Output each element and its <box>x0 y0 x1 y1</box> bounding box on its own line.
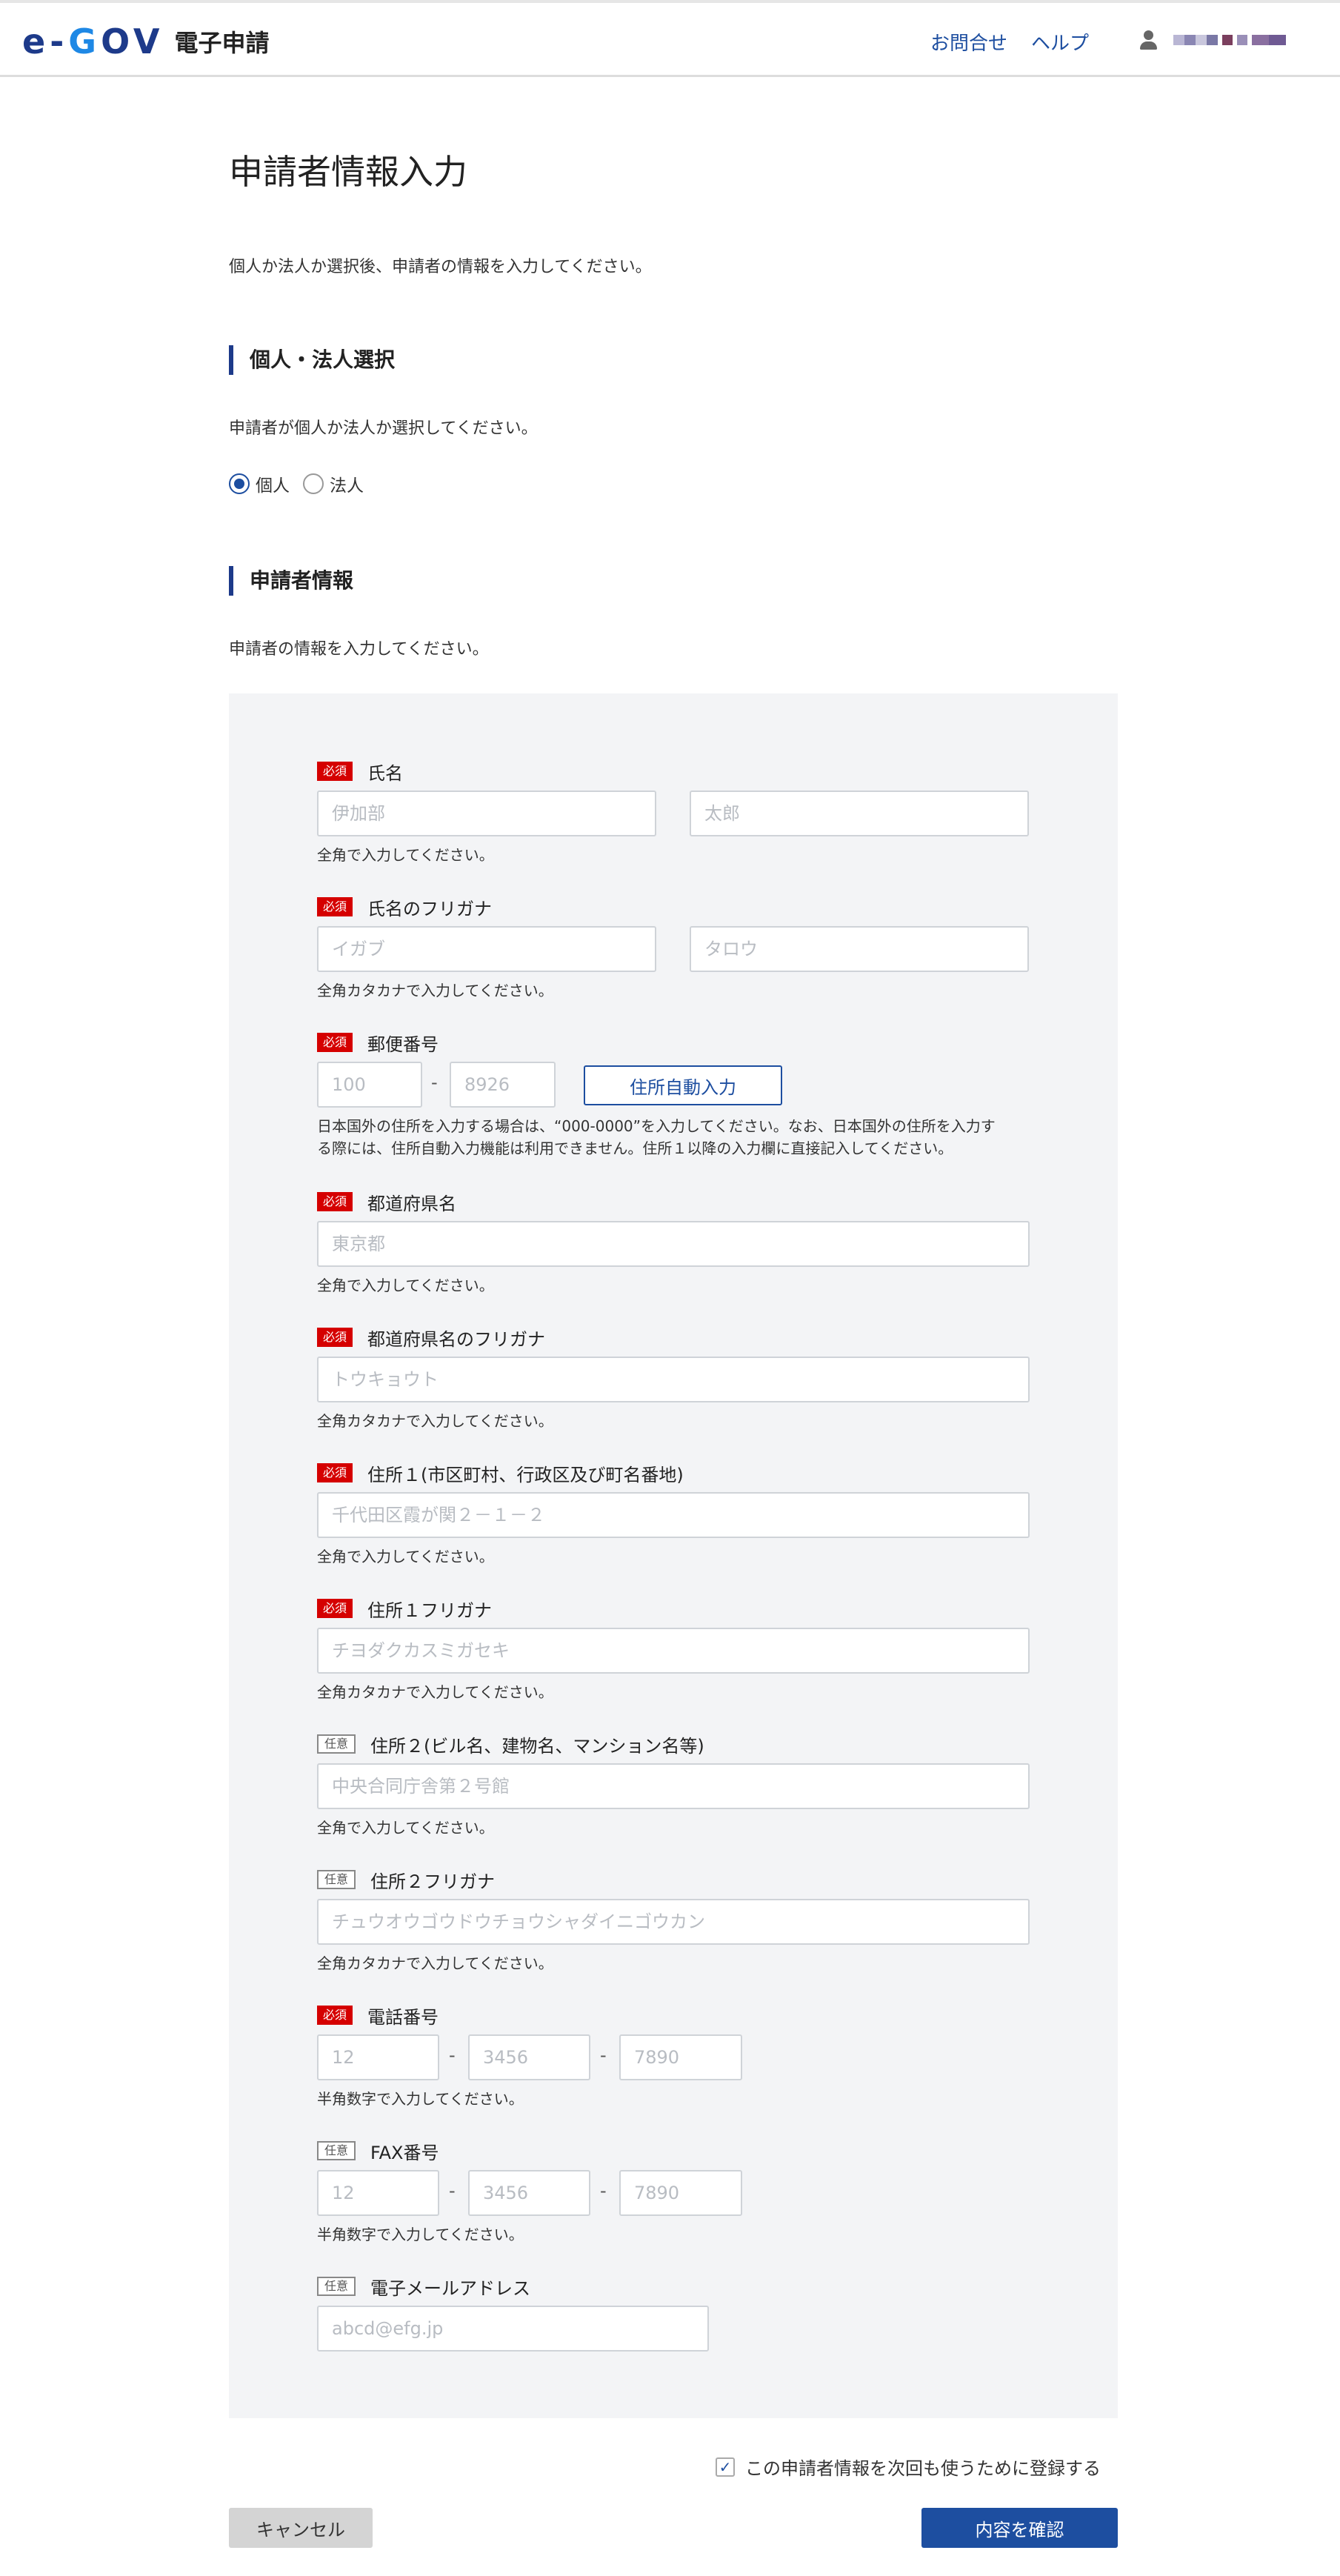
fax-help: 半角数字で入力してください。 <box>317 2226 524 2243</box>
required-badge: 必須 <box>317 2006 353 2025</box>
field-label-address1: 必須 住所１(市区町村、行政区及び町名番地) <box>317 1462 684 1485</box>
cancel-button[interactable]: キャンセル <box>229 2508 373 2548</box>
field-label-prefecture: 必須 都道府県名 <box>317 1191 456 1214</box>
address2-kana-help: 全角カタカナで入力してください。 <box>317 1954 553 1972</box>
required-badge: 必須 <box>317 897 353 916</box>
first-name-kana-input[interactable] <box>690 926 1029 972</box>
address-autofill-button[interactable]: 住所自動入力 <box>584 1065 782 1105</box>
page-lead: 個人か法人か選択後、申請者の情報を入力してください。 <box>229 258 652 276</box>
tel-number-input[interactable] <box>619 2034 742 2080</box>
field-label-address1-kana: 必須 住所１フリガナ <box>317 1597 492 1621</box>
section-heading-type: 個人・法人選択 <box>229 345 395 375</box>
save-applicant-checkbox-row[interactable]: ✓ この申請者情報を次回も使うために登録する <box>716 2454 1101 2480</box>
optional-badge: 任意 <box>317 2277 356 2296</box>
fax-number-input[interactable] <box>619 2170 742 2216</box>
help-link[interactable]: ヘルプ <box>1031 28 1089 56</box>
required-badge: 必須 <box>317 1599 353 1618</box>
prefecture-help: 全角で入力してください。 <box>317 1277 494 1294</box>
logo-mark: e-GOV <box>22 21 164 61</box>
contact-link[interactable]: お問合せ <box>930 28 1007 56</box>
field-label-kana: 必須 氏名のフリガナ <box>317 896 492 919</box>
field-label-postal: 必須 郵便番号 <box>317 1031 439 1055</box>
fax-exchange-input[interactable] <box>468 2170 590 2216</box>
field-label-address2: 任意 住所２(ビル名、建物名、マンション名等) <box>317 1733 704 1757</box>
field-label-fax: 任意 FAX番号 <box>317 2140 439 2163</box>
field-label-email: 任意 電子メールアドレス <box>317 2275 530 2299</box>
email-input[interactable] <box>317 2306 709 2352</box>
required-badge: 必須 <box>317 1328 353 1347</box>
page-title: 申請者情報入力 <box>229 152 467 192</box>
address1-kana-input[interactable] <box>317 1628 1030 1674</box>
section-desc-type: 申請者が個人か法人か選択してください。 <box>229 419 538 438</box>
postal-code-second-input[interactable] <box>450 1062 556 1108</box>
user-name-redacted-3 <box>1237 35 1247 45</box>
required-badge: 必須 <box>317 762 353 781</box>
save-applicant-checkbox[interactable]: ✓ <box>716 2457 735 2477</box>
radio-corporation-label[interactable]: 法人 <box>330 471 364 496</box>
postal-separator: - <box>431 1072 438 1093</box>
user-name-redacted-2 <box>1222 35 1233 45</box>
fax-area-input[interactable] <box>317 2170 439 2216</box>
required-badge: 必須 <box>317 1463 353 1482</box>
field-label-name: 必須 氏名 <box>317 760 403 784</box>
address1-input[interactable] <box>317 1492 1030 1538</box>
tel-help: 半角数字で入力してください。 <box>317 2090 524 2108</box>
field-label-prefecture-kana: 必須 都道府県名のフリガナ <box>317 1326 545 1350</box>
confirm-button[interactable]: 内容を確認 <box>921 2508 1118 2548</box>
prefecture-kana-help: 全角カタカナで入力してください。 <box>317 1412 553 1430</box>
address2-input[interactable] <box>317 1763 1030 1809</box>
required-badge: 必須 <box>317 1192 353 1211</box>
optional-badge: 任意 <box>317 1870 356 1889</box>
fax-separator-1: - <box>449 2180 456 2201</box>
save-applicant-label[interactable]: この申請者情報を次回も使うために登録する <box>745 2454 1101 2480</box>
site-header: e-GOV 電子申請 お問合せ ヘルプ <box>0 0 1340 77</box>
user-menu[interactable] <box>1138 25 1286 55</box>
applicant-type-radio-group: 個人 法人 <box>229 471 377 496</box>
section-desc-info: 申請者の情報を入力してください。 <box>229 640 489 659</box>
address2-kana-input[interactable] <box>317 1899 1030 1945</box>
postal-help-line-1: 日本国外の住所を入力する場合は、“000-0000”を入力してください。なお、日… <box>317 1117 996 1135</box>
postal-code-first-input[interactable] <box>317 1062 422 1108</box>
user-name-redacted-4 <box>1252 35 1286 45</box>
name-help: 全角で入力してください。 <box>317 846 494 864</box>
optional-badge: 任意 <box>317 2141 356 2160</box>
user-name-redacted <box>1173 35 1218 45</box>
tel-area-input[interactable] <box>317 2034 439 2080</box>
logo-text: 電子申請 <box>174 29 270 57</box>
fax-separator-2: - <box>600 2180 607 2201</box>
optional-badge: 任意 <box>317 1734 356 1754</box>
last-name-input[interactable] <box>317 791 656 836</box>
prefecture-input[interactable] <box>317 1221 1030 1267</box>
last-name-kana-input[interactable] <box>317 926 656 972</box>
prefecture-kana-input[interactable] <box>317 1357 1030 1402</box>
user-icon <box>1138 29 1160 51</box>
required-badge: 必須 <box>317 1033 353 1052</box>
section-heading-info: 申請者情報 <box>229 566 353 596</box>
tel-separator-2: - <box>600 2045 607 2066</box>
address1-kana-help: 全角カタカナで入力してください。 <box>317 1683 553 1701</box>
field-label-address2-kana: 任意 住所２フリガナ <box>317 1868 495 1892</box>
postal-help-line-2: る際には、住所自動入力機能は利用できません。住所１以降の入力欄に直接記入してくだ… <box>317 1139 953 1157</box>
address1-help: 全角で入力してください。 <box>317 1548 494 1565</box>
radio-corporation[interactable] <box>303 473 324 494</box>
first-name-input[interactable] <box>690 791 1029 836</box>
egov-logo[interactable]: e-GOV 電子申請 <box>22 21 270 62</box>
radio-individual[interactable] <box>229 473 250 494</box>
address2-help: 全角で入力してください。 <box>317 1819 494 1837</box>
field-label-tel: 必須 電話番号 <box>317 2004 439 2028</box>
tel-exchange-input[interactable] <box>468 2034 590 2080</box>
tel-separator-1: - <box>449 2045 456 2066</box>
kana-help: 全角カタカナで入力してください。 <box>317 982 553 999</box>
radio-individual-label[interactable]: 個人 <box>256 471 290 496</box>
